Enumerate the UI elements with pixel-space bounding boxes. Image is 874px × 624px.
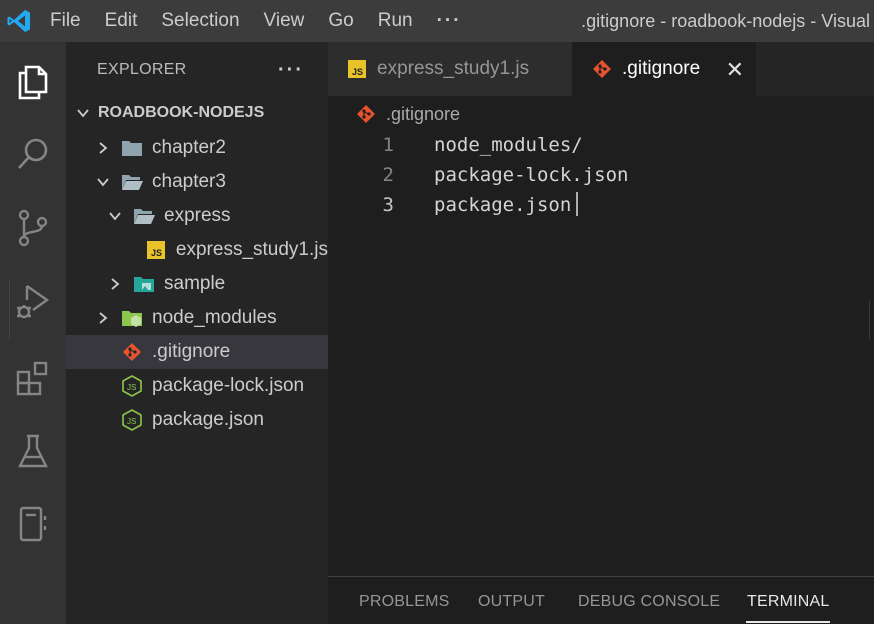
chevron-down-icon: [106, 199, 124, 233]
search-icon[interactable]: [0, 122, 66, 186]
svg-text:JS: JS: [151, 248, 162, 258]
menu-edit[interactable]: Edit: [93, 0, 150, 42]
code-line[interactable]: 3 package.json: [330, 190, 874, 220]
git-icon: [354, 97, 378, 131]
tab-express-study1-js[interactable]: JS express_study1.js: [328, 42, 572, 96]
tree-item-gitignore[interactable]: .gitignore: [66, 335, 328, 369]
nodejs-icon: JS: [120, 369, 144, 403]
tab-terminal[interactable]: TERMINAL: [747, 593, 830, 611]
tree-item-sample[interactable]: sample: [66, 267, 328, 301]
menu-bar: File Edit Selection View Go Run ···: [38, 0, 474, 42]
vscode-logo-icon: [0, 0, 38, 42]
tree-item-label: chapter3: [152, 171, 226, 192]
bottom-panel: PROBLEMS OUTPUT DEBUG CONSOLE TERMINAL: [328, 577, 874, 624]
svg-text:JS: JS: [127, 383, 136, 392]
nodejs-icon: JS: [120, 403, 144, 437]
workspace-root-label: ROADBOOK-NODEJS: [98, 104, 265, 121]
editor-scrollbar[interactable]: [869, 300, 874, 340]
code-text: package-lock.json: [434, 164, 629, 186]
testing-flask-icon[interactable]: [0, 420, 66, 484]
explorer-sidebar: EXPLORER ··· ROADBOOK-NODEJS chapter2 ch…: [66, 42, 328, 624]
tab-output[interactable]: OUTPUT: [478, 593, 545, 611]
chevron-right-icon: [94, 131, 112, 165]
text-cursor: [576, 192, 578, 216]
line-number: 3: [382, 194, 394, 216]
tree-item-label: express_study1.js: [175, 239, 328, 260]
tree-item-node-modules[interactable]: node_modules: [66, 301, 328, 335]
js-icon: JS: [345, 52, 369, 86]
explorer-icon[interactable]: [0, 50, 66, 114]
workspace-root[interactable]: ROADBOOK-NODEJS: [66, 96, 328, 130]
js-icon: JS: [144, 233, 168, 267]
tree-item-chapter3[interactable]: chapter3: [66, 165, 328, 199]
node-folder-icon: [120, 301, 144, 335]
line-number: 1: [382, 134, 394, 156]
chevron-right-icon: [106, 267, 124, 301]
tab-gitignore[interactable]: .gitignore ✕: [572, 42, 756, 96]
image-folder-icon: [132, 267, 156, 301]
line-number: 2: [382, 164, 394, 186]
svg-text:JS: JS: [352, 67, 363, 77]
menu-go[interactable]: Go: [316, 0, 365, 42]
tree-item-label: express: [164, 205, 231, 226]
folder-icon: [120, 131, 144, 165]
active-tab-indicator: [746, 621, 830, 623]
editor-tab-bar: JS express_study1.js .gitignore ✕: [328, 42, 874, 96]
tab-label: .gitignore: [622, 58, 701, 79]
extensions-icon[interactable]: [0, 346, 66, 410]
git-icon: [590, 52, 614, 86]
activity-bar-sash: [0, 280, 10, 340]
menu-view[interactable]: View: [252, 0, 317, 42]
notebook-icon[interactable]: [0, 492, 66, 556]
breadcrumb[interactable]: .gitignore: [354, 100, 460, 128]
chevron-down-icon: [94, 165, 112, 199]
menu-file[interactable]: File: [38, 0, 93, 42]
sidebar-more-button[interactable]: ···: [278, 59, 304, 82]
tree-item-label: node_modules: [152, 307, 277, 328]
folder-open-icon: [132, 199, 156, 233]
source-control-icon[interactable]: [0, 196, 66, 260]
code-line[interactable]: 2 package-lock.json: [330, 160, 874, 190]
code-text: package.json: [434, 194, 572, 216]
tree-item-package-json[interactable]: JS package.json: [66, 403, 328, 437]
menu-selection[interactable]: Selection: [149, 0, 251, 42]
svg-text:JS: JS: [127, 417, 136, 426]
tree-item-express-study1-js[interactable]: JS express_study1.js: [66, 233, 328, 267]
tree-item-label: .gitignore: [152, 341, 231, 362]
code-text: node_modules/: [434, 134, 583, 156]
menu-run[interactable]: Run: [366, 0, 425, 42]
chevron-down-icon: [74, 96, 92, 130]
tree-item-label: package-lock.json: [152, 375, 305, 396]
tab-problems[interactable]: PROBLEMS: [359, 593, 450, 611]
menu-more-button[interactable]: ···: [425, 0, 474, 42]
sidebar-title: EXPLORER: [97, 61, 187, 78]
tab-label: express_study1.js: [377, 58, 530, 79]
close-icon[interactable]: ✕: [726, 57, 744, 83]
tab-debug-console[interactable]: DEBUG CONSOLE: [578, 593, 720, 611]
tree-item-chapter2[interactable]: chapter2: [66, 131, 328, 165]
git-icon: [120, 335, 144, 369]
sidebar-header: EXPLORER ···: [66, 42, 328, 98]
tree-item-package-lock-json[interactable]: JS package-lock.json: [66, 369, 328, 403]
tree-item-label: sample: [164, 273, 226, 294]
chevron-right-icon: [94, 301, 112, 335]
tree-item-label: chapter2: [152, 137, 226, 158]
folder-open-icon: [120, 165, 144, 199]
tree-item-label: package.json: [152, 409, 264, 430]
tree-item-express[interactable]: express: [66, 199, 328, 233]
window-title: .gitignore - roadbook-nodejs - Visual: [581, 11, 870, 31]
code-line[interactable]: 1 node_modules/: [330, 130, 874, 160]
title-bar: File Edit Selection View Go Run ··· .git…: [0, 0, 874, 42]
breadcrumb-label: .gitignore: [386, 103, 461, 124]
